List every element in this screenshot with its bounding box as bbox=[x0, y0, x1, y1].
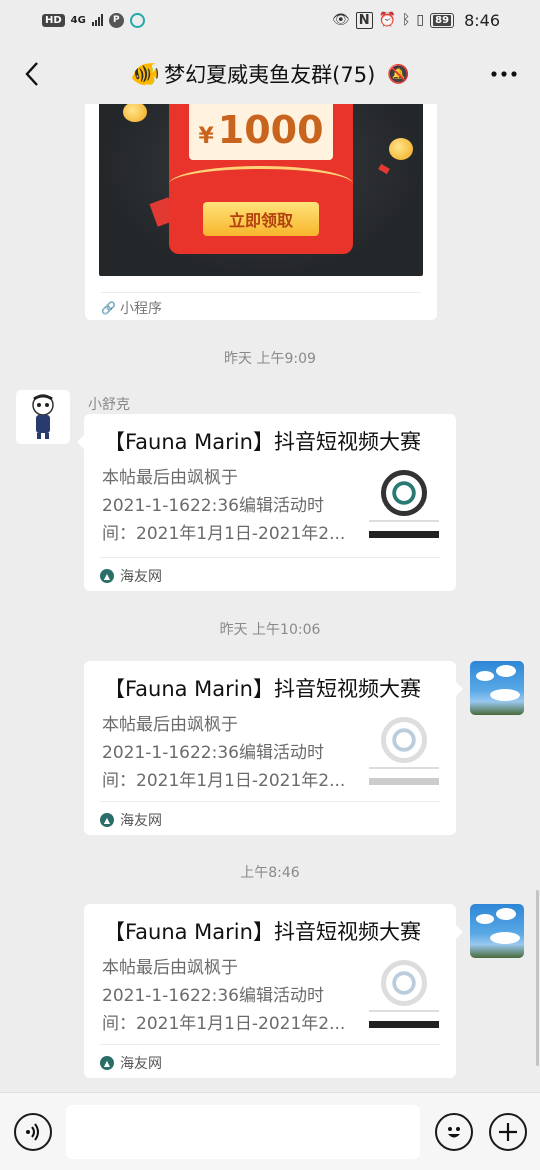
confetti-decoration bbox=[378, 163, 390, 175]
cloud-decoration bbox=[496, 665, 516, 677]
emoji-icon[interactable] bbox=[435, 1113, 473, 1151]
plus-icon[interactable] bbox=[489, 1113, 527, 1151]
red-packet-paper: ¥1000 bbox=[189, 104, 333, 160]
source-label: 海友网 bbox=[120, 813, 162, 829]
timestamp: 昨天 上午9:09 bbox=[224, 351, 316, 367]
bubble-caret bbox=[77, 434, 85, 450]
signal-icon bbox=[91, 14, 103, 26]
link-card[interactable]: 【Fauna Marin】抖音短视频大赛 本帖最后由飒枫于 2021-1-162… bbox=[77, 414, 456, 591]
network-label: 4G bbox=[70, 14, 86, 26]
thumb-bar bbox=[369, 778, 439, 785]
card-title: 【Fauna Marin】抖音短视频大赛 bbox=[104, 920, 421, 944]
hd-badge: HD bbox=[42, 13, 65, 27]
battery-level: 89 bbox=[433, 14, 452, 26]
card-divider bbox=[100, 557, 440, 558]
claim-button[interactable]: 立即领取 bbox=[203, 202, 319, 236]
bluetooth-icon: ᛒ bbox=[402, 12, 411, 28]
sky-avatar-image bbox=[470, 661, 524, 715]
card-thumbnail bbox=[369, 956, 439, 1030]
back-icon[interactable] bbox=[14, 56, 50, 92]
avatar[interactable] bbox=[470, 661, 524, 715]
card-description: 本帖最后由飒枫于 2021-1-1622:36编辑活动时 间：2021年1月1日… bbox=[102, 715, 346, 791]
status-bar: HD 4G P 👁 N ⏰ ᛒ ▯ 89 8:46 bbox=[0, 0, 540, 40]
input-bar bbox=[0, 1092, 540, 1170]
cloud-decoration bbox=[490, 932, 520, 944]
qr-image bbox=[381, 960, 427, 1006]
chat-title: 梦幻夏威夷鱼友群(75) bbox=[164, 63, 376, 87]
cloud-decoration bbox=[496, 908, 516, 920]
scrollbar[interactable] bbox=[536, 890, 539, 1066]
card-source: ▲ 海友网 bbox=[100, 566, 162, 586]
cloud-decoration bbox=[476, 671, 494, 681]
mini-program-label: 小程序 bbox=[119, 301, 162, 317]
nav-bar: 🐠 梦幻夏威夷鱼友群(75) 🔕 bbox=[0, 40, 540, 108]
battery-icon: 89 bbox=[430, 12, 455, 28]
source-label: 海友网 bbox=[120, 1056, 162, 1072]
bubble-caret bbox=[455, 924, 463, 940]
link-card[interactable]: 【Fauna Marin】抖音短视频大赛 本帖最后由飒枫于 2021-1-162… bbox=[84, 904, 463, 1078]
red-envelope: ¥1000 立即领取 bbox=[169, 104, 353, 254]
status-time: 8:46 bbox=[464, 10, 500, 30]
sender-name: 小舒克 bbox=[88, 397, 130, 413]
mute-icon: 🔕 bbox=[387, 63, 410, 85]
qr-image bbox=[381, 470, 427, 516]
cloud-decoration bbox=[476, 914, 494, 924]
qr-image bbox=[381, 717, 427, 763]
thumb-bar bbox=[369, 531, 439, 538]
p-icon: P bbox=[108, 12, 124, 28]
nfc-icon: N bbox=[355, 11, 373, 29]
eye-icon: 👁 bbox=[331, 12, 350, 28]
coin-decoration bbox=[389, 138, 413, 160]
card-thumbnail bbox=[369, 713, 439, 787]
thumb-line bbox=[369, 1010, 439, 1012]
source-icon: ▲ bbox=[100, 569, 114, 583]
card-thumbnail bbox=[369, 466, 439, 540]
card-source: ▲ 海友网 bbox=[100, 1053, 162, 1073]
card-title: 【Fauna Marin】抖音短视频大赛 bbox=[104, 430, 421, 454]
source-icon: ▲ bbox=[100, 1056, 114, 1070]
card-divider bbox=[100, 801, 440, 802]
red-packet-image: ¥1000 立即领取 bbox=[99, 104, 423, 276]
voice-icon[interactable] bbox=[14, 1113, 52, 1151]
sync-icon bbox=[129, 12, 145, 28]
card-description: 本帖最后由飒枫于 2021-1-1622:36编辑活动时 间：2021年1月1日… bbox=[102, 958, 346, 1034]
avatar[interactable] bbox=[470, 904, 524, 958]
message-input[interactable] bbox=[66, 1105, 420, 1159]
source-label: 海友网 bbox=[120, 569, 162, 585]
source-icon: ▲ bbox=[100, 813, 114, 827]
avatar[interactable] bbox=[16, 390, 70, 444]
chat-title-wrap: 🐠 梦幻夏威夷鱼友群(75) 🔕 bbox=[130, 59, 409, 89]
cloud-decoration bbox=[490, 689, 520, 701]
bubble-caret bbox=[455, 681, 463, 697]
vibrate-icon: ▯ bbox=[416, 12, 425, 28]
timestamp: 昨天 上午10:06 bbox=[219, 622, 321, 638]
card-divider bbox=[100, 1044, 440, 1045]
more-icon[interactable] bbox=[486, 56, 522, 92]
envelope-flap bbox=[169, 166, 353, 196]
alarm-icon: ⏰ bbox=[378, 12, 397, 28]
fish-emoji: 🐠 bbox=[130, 60, 161, 88]
red-packet-amount: ¥1000 bbox=[198, 108, 324, 152]
thumb-bar bbox=[369, 1021, 439, 1028]
card-source: ▲ 海友网 bbox=[100, 810, 162, 830]
status-left: HD 4G P bbox=[42, 12, 145, 28]
card-title: 【Fauna Marin】抖音短视频大赛 bbox=[104, 677, 421, 701]
timestamp: 上午8:46 bbox=[240, 865, 300, 881]
thumb-line bbox=[369, 767, 439, 769]
thumb-line bbox=[369, 520, 439, 522]
chat-area[interactable]: ¥1000 立即领取 🔗 小程序 昨天 上午9:09 小舒克 【Fauna Ma… bbox=[0, 104, 540, 1092]
coin-decoration bbox=[123, 104, 147, 122]
mini-program-source: 🔗 小程序 bbox=[101, 298, 162, 318]
card-description: 本帖最后由飒枫于 2021-1-1622:36编辑活动时 间：2021年1月1日… bbox=[102, 468, 346, 544]
mini-program-icon: 🔗 bbox=[101, 301, 116, 315]
mini-program-card[interactable]: ¥1000 立即领取 🔗 小程序 bbox=[85, 104, 437, 320]
status-right: 👁 N ⏰ ᛒ ▯ 89 8:46 bbox=[332, 11, 500, 30]
sky-avatar-image bbox=[470, 904, 524, 958]
card-divider bbox=[101, 292, 421, 293]
link-card[interactable]: 【Fauna Marin】抖音短视频大赛 本帖最后由飒枫于 2021-1-162… bbox=[84, 661, 463, 835]
